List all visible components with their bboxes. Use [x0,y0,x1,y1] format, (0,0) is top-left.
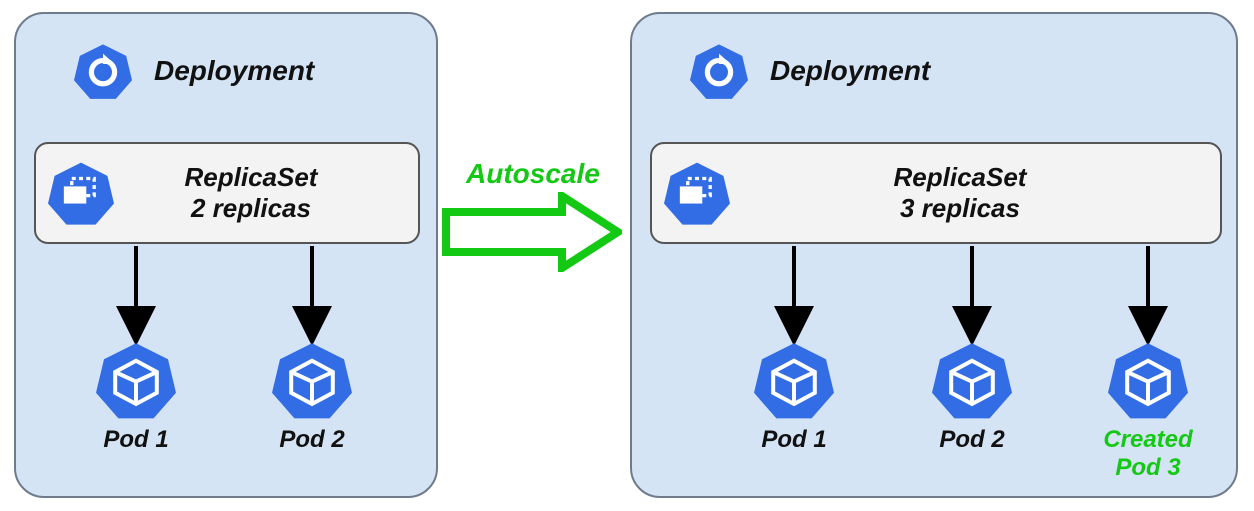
pod-icon [932,340,1012,420]
autoscale-label: Autoscale [466,158,600,190]
pod-label: Pod 2 [939,426,1004,454]
replicaset-title: ReplicaSet [894,162,1027,192]
deployment-box-left: Deployment ReplicaSet 2 replicas [14,12,438,498]
deployment-title: Deployment [154,55,314,87]
replicaset-box-left: ReplicaSet 2 replicas [34,142,420,244]
autoscale-arrow-icon [442,192,622,272]
deployment-header-left: Deployment [74,42,314,100]
deployment-header-right: Deployment [690,42,930,100]
pod-left-2: Pod 2 [252,340,372,454]
pod-left-1: Pod 1 [76,340,196,454]
replicaset-title: ReplicaSet [185,162,318,192]
deployment-icon [74,42,132,100]
replicaset-box-right: ReplicaSet 3 replicas [650,142,1222,244]
pod-icon [1108,340,1188,420]
replicaset-text-right: ReplicaSet 3 replicas [750,162,1220,224]
pod-label: Pod 2 [279,426,344,454]
diagram-canvas: Deployment ReplicaSet 2 replicas [0,0,1254,511]
pod-label-created: Created Pod 3 [1103,426,1192,481]
pod-right-3-created: Created Pod 3 [1088,340,1208,481]
deployment-icon [690,42,748,100]
pod-created-name: Pod 3 [1115,454,1180,481]
replicaset-icon [48,160,114,226]
replicaset-subtitle: 2 replicas [191,193,311,223]
deployment-title: Deployment [770,55,930,87]
pod-icon [96,340,176,420]
pod-icon [754,340,834,420]
pod-right-2: Pod 2 [912,340,1032,454]
pod-label: Pod 1 [761,426,826,454]
pod-created-prefix: Created [1103,426,1192,453]
replicaset-text-left: ReplicaSet 2 replicas [134,162,418,224]
pod-right-1: Pod 1 [734,340,854,454]
pod-icon [272,340,352,420]
deployment-box-right: Deployment ReplicaSet 3 replicas [630,12,1238,498]
replicaset-subtitle: 3 replicas [900,193,1020,223]
pod-label: Pod 1 [103,426,168,454]
replicaset-icon [664,160,730,226]
